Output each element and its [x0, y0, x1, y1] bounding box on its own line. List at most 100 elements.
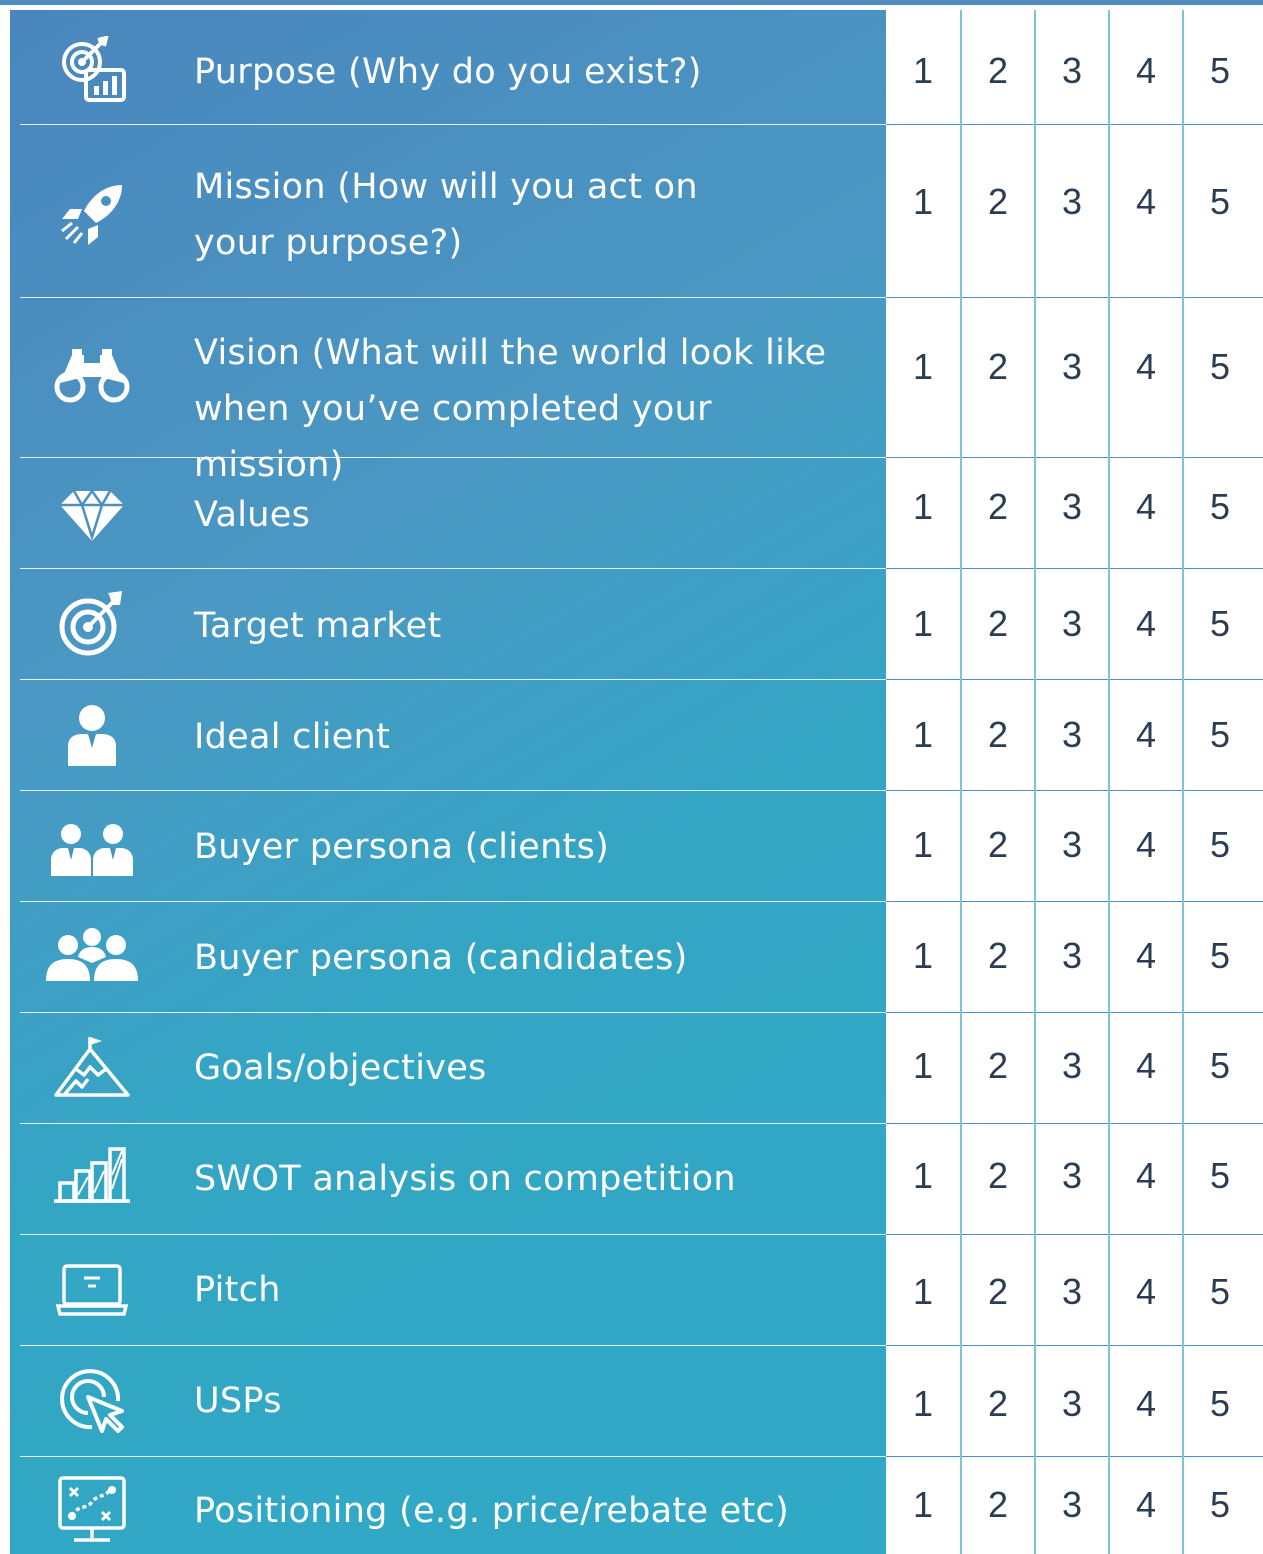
rating-option-4[interactable]: 4	[1109, 935, 1183, 977]
rating-option-3[interactable]: 3	[1035, 1045, 1109, 1087]
grid-row-line	[886, 790, 1263, 791]
rating-option-2[interactable]: 2	[961, 935, 1035, 977]
rating-option-2[interactable]: 2	[961, 1155, 1035, 1197]
rating-option-1[interactable]: 1	[886, 346, 960, 388]
rating-option-4[interactable]: 4	[1109, 486, 1183, 528]
strategy-board-icon	[44, 1470, 140, 1550]
criterion-row: Target market	[10, 568, 886, 679]
rating-option-5[interactable]: 5	[1183, 714, 1257, 756]
rating-option-5[interactable]: 5	[1183, 1383, 1257, 1425]
rating-option-5[interactable]: 5	[1183, 1045, 1257, 1087]
criterion-row: Buyer persona (candidates)	[10, 901, 886, 1012]
criterion-label: SWOT analysis on competition	[194, 1159, 736, 1199]
rating-option-2[interactable]: 2	[961, 1383, 1035, 1425]
rating-option-2[interactable]: 2	[961, 1484, 1035, 1526]
criterion-label: Goals/objectives	[194, 1048, 487, 1088]
rating-option-3[interactable]: 3	[1035, 1484, 1109, 1526]
criterion-label: Buyer persona (clients)	[194, 827, 610, 867]
rating-option-1[interactable]: 1	[886, 1271, 960, 1313]
criterion-row: Positioning (e.g. price/rebate etc)	[10, 1456, 886, 1554]
rating-option-4[interactable]: 4	[1109, 50, 1183, 92]
rating-option-2[interactable]: 2	[961, 181, 1035, 223]
rocket-icon	[44, 175, 140, 255]
row-divider	[20, 1234, 886, 1235]
rating-option-5[interactable]: 5	[1183, 181, 1257, 223]
criterion-row: Purpose (Why do you exist?)	[10, 10, 886, 124]
rating-option-1[interactable]: 1	[886, 1045, 960, 1087]
criterion-label: Positioning (e.g. price/rebate etc)	[194, 1491, 790, 1531]
rating-option-4[interactable]: 4	[1109, 346, 1183, 388]
rating-option-2[interactable]: 2	[961, 603, 1035, 645]
criterion-label: Ideal client	[194, 717, 391, 757]
rating-option-3[interactable]: 3	[1035, 486, 1109, 528]
rating-option-1[interactable]: 1	[886, 181, 960, 223]
rating-option-4[interactable]: 4	[1109, 181, 1183, 223]
rating-option-5[interactable]: 5	[1183, 1155, 1257, 1197]
rating-option-3[interactable]: 3	[1035, 1383, 1109, 1425]
rating-option-3[interactable]: 3	[1035, 181, 1109, 223]
assessment-sheet: Purpose (Why do you exist?) Mission (How …	[0, 0, 1263, 1554]
criterion-row: Values	[10, 457, 886, 568]
criterion-row: Mission (How will you act on your purpos…	[10, 124, 886, 297]
grid-row-line	[886, 457, 1263, 458]
rating-option-3[interactable]: 3	[1035, 346, 1109, 388]
rating-option-5[interactable]: 5	[1183, 935, 1257, 977]
grid-row-line	[886, 679, 1263, 680]
rating-option-3[interactable]: 3	[1035, 824, 1109, 866]
criterion-row: Pitch	[10, 1234, 886, 1345]
rating-option-5[interactable]: 5	[1183, 1271, 1257, 1313]
bar-chart-icon	[44, 1135, 140, 1215]
rating-option-1[interactable]: 1	[886, 50, 960, 92]
rating-option-3[interactable]: 3	[1035, 1271, 1109, 1313]
rating-option-1[interactable]: 1	[886, 603, 960, 645]
grid-column-line	[1108, 10, 1110, 1554]
grid-row-line	[886, 1234, 1263, 1235]
rating-option-5[interactable]: 5	[1183, 1484, 1257, 1526]
rating-option-3[interactable]: 3	[1035, 935, 1109, 977]
rating-option-4[interactable]: 4	[1109, 824, 1183, 866]
rating-option-4[interactable]: 4	[1109, 1155, 1183, 1197]
rating-option-2[interactable]: 2	[961, 346, 1035, 388]
rating-option-2[interactable]: 2	[961, 714, 1035, 756]
rating-option-4[interactable]: 4	[1109, 1271, 1183, 1313]
rating-option-4[interactable]: 4	[1109, 1045, 1183, 1087]
rating-option-3[interactable]: 3	[1035, 603, 1109, 645]
grid-column-line	[1182, 10, 1184, 1554]
rating-option-3[interactable]: 3	[1035, 50, 1109, 92]
rating-option-1[interactable]: 1	[886, 935, 960, 977]
row-divider	[20, 679, 886, 680]
rating-option-5[interactable]: 5	[1183, 486, 1257, 528]
group-people-icon	[44, 915, 140, 995]
rating-option-1[interactable]: 1	[886, 1383, 960, 1425]
rating-option-5[interactable]: 5	[1183, 603, 1257, 645]
rating-option-4[interactable]: 4	[1109, 1484, 1183, 1526]
rating-option-4[interactable]: 4	[1109, 1383, 1183, 1425]
criterion-row: USPs	[10, 1345, 886, 1456]
cursor-click-icon	[44, 1361, 140, 1441]
rating-option-4[interactable]: 4	[1109, 714, 1183, 756]
rating-option-2[interactable]: 2	[961, 824, 1035, 866]
rating-option-2[interactable]: 2	[961, 1271, 1035, 1313]
rating-option-3[interactable]: 3	[1035, 714, 1109, 756]
rating-option-2[interactable]: 2	[961, 486, 1035, 528]
rating-option-1[interactable]: 1	[886, 486, 960, 528]
rating-option-1[interactable]: 1	[886, 1155, 960, 1197]
rating-option-3[interactable]: 3	[1035, 1155, 1109, 1197]
rating-option-1[interactable]: 1	[886, 824, 960, 866]
criterion-row: Goals/objectives	[10, 1012, 886, 1123]
rating-option-2[interactable]: 2	[961, 50, 1035, 92]
rating-option-2[interactable]: 2	[961, 1045, 1035, 1087]
rating-option-5[interactable]: 5	[1183, 50, 1257, 92]
target-icon	[44, 583, 140, 663]
criterion-label: Target market	[194, 606, 442, 646]
rating-option-1[interactable]: 1	[886, 714, 960, 756]
rating-grid: 1234512345123451234512345123451234512345…	[886, 10, 1263, 1554]
rating-option-4[interactable]: 4	[1109, 603, 1183, 645]
person-icon	[44, 696, 140, 776]
criterion-row: Ideal client	[10, 679, 886, 790]
rating-option-1[interactable]: 1	[886, 1484, 960, 1526]
binoculars-icon	[44, 337, 140, 417]
rating-option-5[interactable]: 5	[1183, 346, 1257, 388]
rating-option-5[interactable]: 5	[1183, 824, 1257, 866]
row-divider	[20, 1123, 886, 1124]
